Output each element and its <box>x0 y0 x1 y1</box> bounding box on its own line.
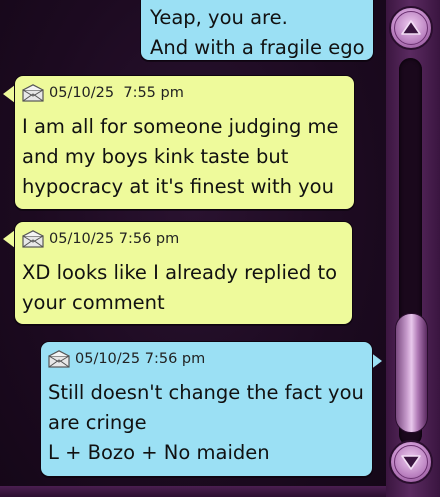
message-bubble-outgoing: Yeap, you are. And with a fragile ego <box>140 0 374 61</box>
triangle-up-icon <box>401 20 421 35</box>
vertical-scrollbar[interactable] <box>386 0 440 497</box>
chat-log: Yeap, you are. And with a fragile ego 05… <box>0 0 386 497</box>
triangle-down-icon <box>401 455 421 470</box>
message-text: Still doesn't change the fact you are cr… <box>48 381 364 464</box>
message-timestamp: 05/10/25 7:56 pm <box>49 231 180 247</box>
envelope-icon <box>48 350 70 368</box>
message-header: 05/10/25 7:56 pm <box>48 350 372 368</box>
message-text: XD looks like I already replied to your … <box>22 261 338 314</box>
message-bubble-outgoing: 05/10/25 7:56 pm Still doesn't change th… <box>40 341 373 477</box>
message-timestamp: 05/10/25 7:56 pm <box>75 351 206 367</box>
message-bubble-incoming: 05/10/25 7:55 pm I am all for someone ju… <box>14 75 355 210</box>
message-text: Yeap, you are. And with a fragile ego <box>150 6 365 59</box>
scrollbar-thumb[interactable] <box>395 313 428 433</box>
message-header: 05/10/25 7:56 pm <box>22 230 352 248</box>
scroll-down-button[interactable] <box>389 440 433 484</box>
message-timestamp: 05/10/25 7:55 pm <box>49 85 184 101</box>
message-text: I am all for someone judging me and my b… <box>22 115 339 198</box>
window-bottom-edge <box>0 486 386 497</box>
envelope-icon <box>22 84 44 102</box>
message-header: 05/10/25 7:55 pm <box>22 84 354 102</box>
message-bubble-incoming: 05/10/25 7:56 pm XD looks like I already… <box>14 221 353 325</box>
scroll-up-button[interactable] <box>389 6 433 50</box>
envelope-icon <box>22 230 44 248</box>
